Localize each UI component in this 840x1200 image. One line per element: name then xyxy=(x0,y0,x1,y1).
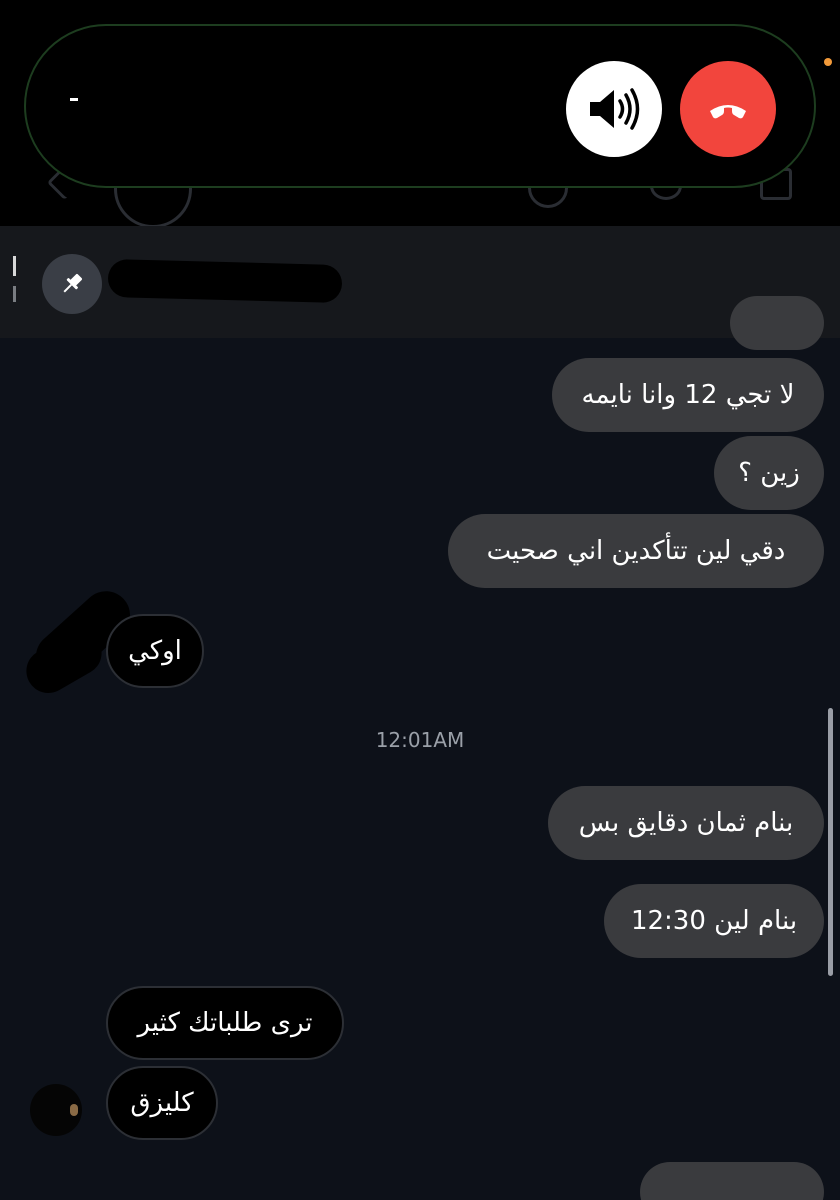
message-bubble[interactable]: اوكي xyxy=(106,614,204,688)
message-bubble[interactable]: كليزق xyxy=(106,1066,218,1140)
end-call-button[interactable] xyxy=(680,61,776,157)
message-bubble[interactable]: دقي لين تتأكدين اني صحيت xyxy=(448,514,824,588)
phone-hangup-icon xyxy=(710,105,746,119)
mic-indicator-dot xyxy=(824,58,832,66)
call-header xyxy=(0,0,840,228)
message-text: اوكي xyxy=(128,636,182,666)
chat-scrollbar[interactable] xyxy=(828,708,833,976)
message-text: ترى طلباتك كثير xyxy=(137,1008,313,1038)
contact-avatar[interactable] xyxy=(30,1084,82,1136)
message-timestamp: 12:01AM xyxy=(375,728,465,752)
ongoing-call-banner[interactable] xyxy=(24,24,816,188)
caller-name-fragment xyxy=(70,98,78,101)
message-bubble[interactable]: لا تجي 12 وانا نايمه xyxy=(552,358,824,432)
message-text: كليزق xyxy=(130,1088,194,1118)
message-text: بنام لين 12:30 xyxy=(630,906,798,936)
message-text: دقي لين تتأكدين اني صحيت xyxy=(486,536,786,566)
pin-icon xyxy=(63,274,82,293)
pinned-text-redacted xyxy=(107,258,343,304)
chat-screen: لا تجي 12 وانا نايمه زين ؟ دقي لين تتأكد… xyxy=(0,0,840,1200)
message-text: بنام ثمان دقايق بس xyxy=(578,808,794,838)
message-bubble-partial xyxy=(640,1162,824,1200)
pinned-message-bar[interactable] xyxy=(0,226,840,338)
message-text: لا تجي 12 وانا نايمه xyxy=(581,380,795,410)
speaker-icon xyxy=(590,88,640,130)
message-bubble[interactable]: زين ؟ xyxy=(714,436,824,510)
message-bubble-partial xyxy=(730,296,824,350)
message-text: زين ؟ xyxy=(738,458,800,488)
message-bubble[interactable]: بنام لين 12:30 xyxy=(604,884,824,958)
speaker-button[interactable] xyxy=(566,61,662,157)
message-bubble[interactable]: بنام ثمان دقايق بس xyxy=(548,786,824,860)
message-bubble[interactable]: ترى طلباتك كثير xyxy=(106,986,344,1060)
pin-button[interactable] xyxy=(42,254,102,314)
